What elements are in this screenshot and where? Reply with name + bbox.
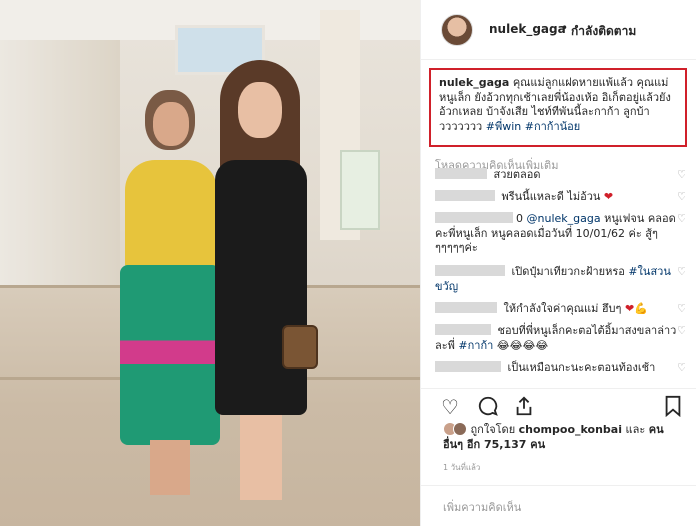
- comment: 0 @nulek_gaga หนูเฟจน คลอดคะพี่หนูเล็ก ห…: [435, 212, 685, 256]
- blurred-username: [435, 168, 487, 179]
- caption: nulek_gaga คุณแม่ลูกแฝดหายแพ้แล้ว คุณแม่…: [439, 76, 677, 134]
- comment: ชอบที่พี่หนูเล็กคะตอไต้อิ้มาสงขลาล่าวละพ…: [435, 324, 685, 353]
- comment-text: เปิดปุ๋มาเทียวกะฝ้ายหรอ: [511, 265, 625, 278]
- blurred-username: [435, 190, 495, 201]
- heart-outline-icon[interactable]: ♡: [441, 395, 459, 419]
- post-panel: nulek_gaga • กำลังติดตาม nulek_gaga คุณแ…: [420, 0, 696, 526]
- wall: [0, 40, 120, 290]
- legs: [240, 415, 282, 500]
- blurred-username: [435, 361, 501, 372]
- first-liker[interactable]: chompoo_konbai: [519, 423, 622, 436]
- add-comment-placeholder: เพิ่มความคิดเห็น: [443, 501, 522, 514]
- share-icon[interactable]: [513, 395, 535, 422]
- kiosk: [340, 150, 380, 230]
- timestamp: 1 วันที่แล้ว: [443, 463, 481, 472]
- add-comment-field[interactable]: เพิ่มความคิดเห็น: [421, 485, 696, 526]
- comment-text: พรีนนี้แหละดี ไม่อ้วน: [501, 190, 601, 203]
- comment-text: สวยตลอด: [493, 168, 541, 181]
- post-photo[interactable]: [0, 0, 420, 526]
- bookmark-icon[interactable]: [663, 395, 683, 422]
- blurred-username: [435, 324, 491, 335]
- comment-emoji: ❤💪: [624, 302, 648, 315]
- comment: พรีนนี้แหละดี ไม่อ้วน ❤: [435, 190, 685, 205]
- comment-like-icon[interactable]: ♡: [677, 212, 685, 225]
- caption-hashtags[interactable]: #พี่win #กาก้าน้อย: [486, 120, 580, 133]
- action-bar: ♡: [421, 388, 696, 424]
- comment-username-suffix: 0: [516, 212, 523, 225]
- caption-highlight: nulek_gaga คุณแม่ลูกแฝดหายแพ้แล้ว คุณแม่…: [429, 68, 687, 147]
- comment-like-icon[interactable]: ♡: [677, 361, 685, 374]
- header-username[interactable]: nulek_gaga: [489, 22, 566, 36]
- person-right: [200, 60, 320, 520]
- comment-like-icon[interactable]: ♡: [677, 302, 685, 315]
- comment-like-icon[interactable]: ♡: [677, 324, 685, 337]
- likes-and: และ: [625, 423, 646, 436]
- comment-hashtag[interactable]: #กาก้า: [458, 339, 493, 352]
- comment: เปิดปุ๋มาเทียวกะฝ้ายหรอ #ในสวนขวัญ: [435, 265, 685, 294]
- avatar[interactable]: [441, 14, 473, 46]
- comment-like-icon[interactable]: ♡: [677, 168, 685, 181]
- liker-avatar[interactable]: [453, 422, 467, 436]
- legs: [150, 440, 190, 495]
- blurred-username: [435, 212, 513, 223]
- comment: เป็นเหมือนกะนะคะตอนท้องเช้า: [435, 361, 685, 376]
- separator-dot: •: [561, 21, 569, 35]
- comment-emoji: 😂😂😂😂: [496, 338, 549, 352]
- heart-emoji: ❤: [603, 190, 614, 203]
- handbag: [282, 325, 318, 369]
- face: [153, 102, 189, 146]
- post-header: nulek_gaga • กำลังติดตาม: [421, 0, 696, 60]
- blurred-username: [435, 302, 497, 313]
- blurred-username: [435, 265, 505, 276]
- comments-list: สวยตลอด ♡ พรีนนี้แหละดี ไม่อ้วน ❤ ♡ 0 @n…: [435, 168, 685, 383]
- following-button[interactable]: กำลังติดตาม: [571, 22, 636, 41]
- comment-text: เป็นเหมือนกะนะคะตอนท้องเช้า: [507, 361, 656, 374]
- likes-summary: ถูกใจโดย chompoo_konbai และ คนอื่นๆ อีก …: [443, 422, 683, 452]
- black-dress: [215, 160, 307, 415]
- comment: สวยตลอด: [435, 168, 685, 183]
- comment-like-icon[interactable]: ♡: [677, 190, 685, 203]
- comment-like-icon[interactable]: ♡: [677, 265, 685, 278]
- likes-prefix: ถูกใจโดย: [470, 423, 516, 436]
- comment-text: ให้กำลังใจค่าคุณแม่ ฮึบๆ: [503, 302, 622, 315]
- caption-username[interactable]: nulek_gaga: [439, 76, 509, 89]
- comment: ให้กำลังใจค่าคุณแม่ ฮึบๆ ❤💪: [435, 302, 685, 317]
- comment-icon[interactable]: [477, 395, 499, 422]
- face: [238, 82, 282, 138]
- comment-mention[interactable]: @nulek_gaga: [527, 212, 601, 225]
